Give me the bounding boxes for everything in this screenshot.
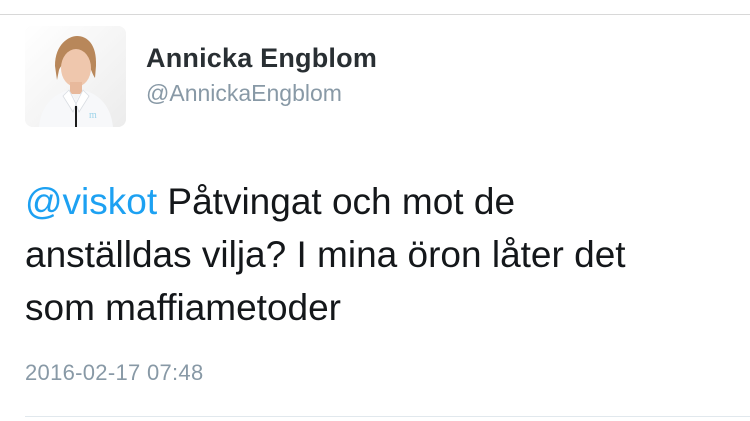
svg-text:m: m — [89, 110, 97, 121]
profile-photo-icon: m — [25, 26, 126, 127]
bottom-divider — [25, 416, 750, 417]
author-screen-name[interactable]: @AnnickaEngblom — [146, 80, 342, 107]
author-display-name[interactable]: Annicka Engblom — [146, 43, 377, 74]
tweet-text-line3: som maffiametoder — [25, 287, 341, 328]
mention-link[interactable]: @viskot — [25, 181, 157, 222]
avatar[interactable]: m — [25, 26, 126, 127]
tweet-timestamp[interactable]: 2016-02-17 07:48 — [25, 360, 204, 386]
tweet-text: @viskot Påtvingat och mot de anställdas … — [25, 175, 715, 334]
tweet-card: m Annicka Engblom @AnnickaEngblom @visko… — [0, 0, 750, 421]
tweet-text-line2: anställdas vilja? I mina öron låter det — [25, 234, 626, 275]
tweet-text-line1: Påtvingat och mot de — [157, 181, 516, 222]
